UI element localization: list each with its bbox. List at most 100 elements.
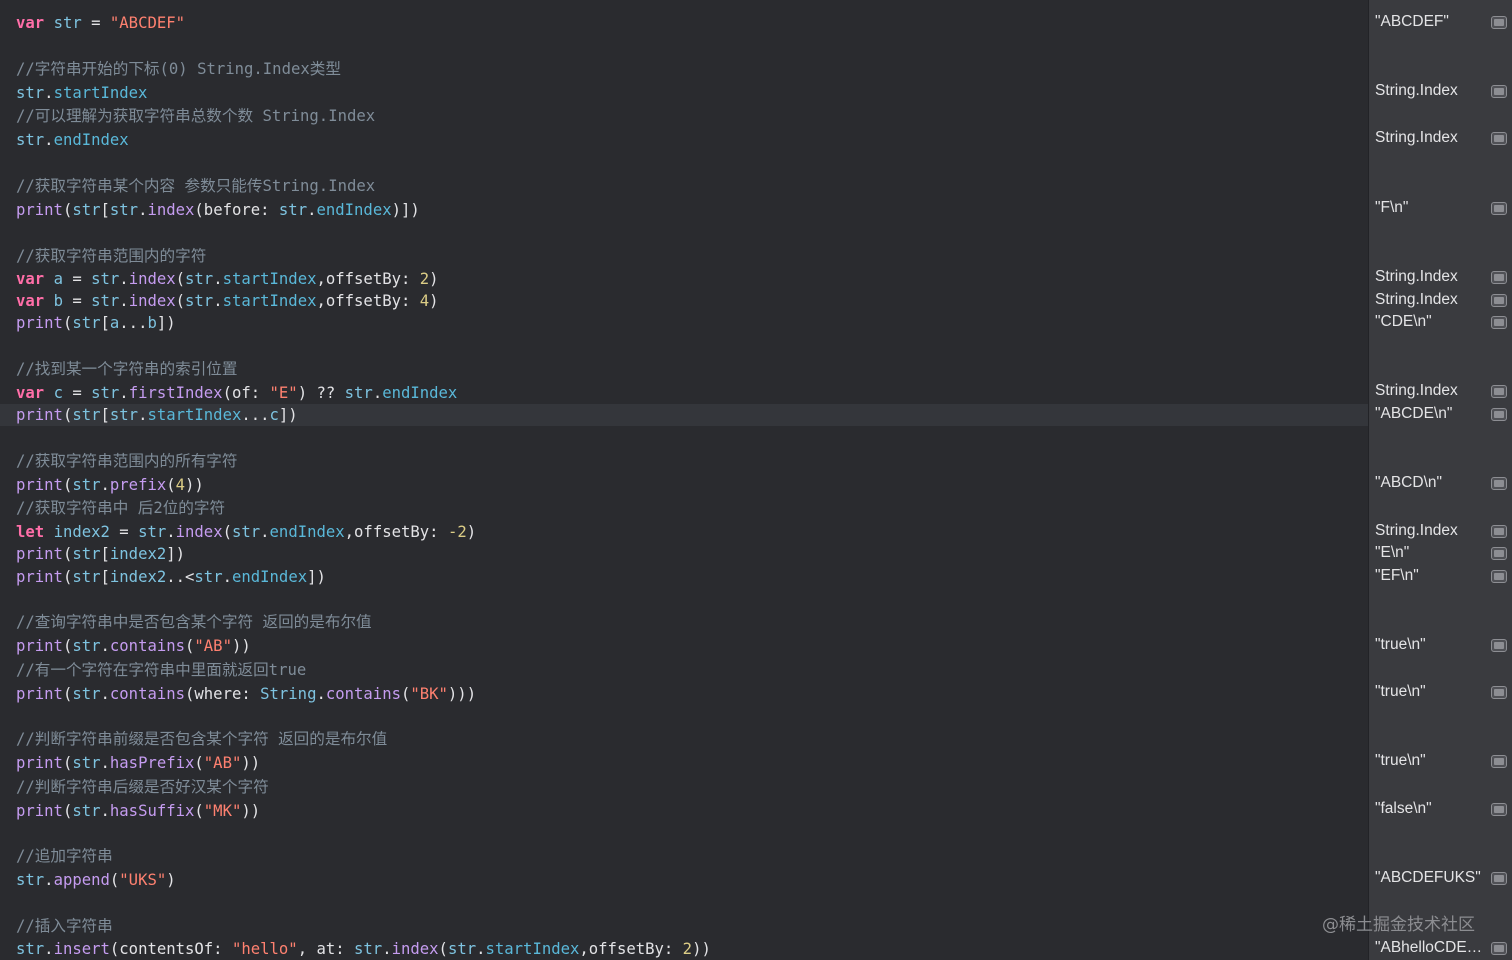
- code-line[interactable]: print(str[a...b]): [16, 312, 176, 334]
- code-line[interactable]: //判断字符串前缀是否包含某个字符 返回的是布尔值: [16, 728, 387, 750]
- code-line[interactable]: //判断字符串后缀是否好汉某个字符: [16, 776, 269, 798]
- code-line[interactable]: var a = str.index(str.startIndex,offsetB…: [16, 268, 439, 290]
- quick-look-icon[interactable]: [1491, 477, 1507, 490]
- code-token: .: [382, 940, 392, 958]
- code-line[interactable]: print(str.prefix(4)): [16, 474, 204, 496]
- code-line[interactable]: str.insert(contentsOf: "hello", at: str.…: [16, 938, 711, 960]
- quick-look-icon[interactable]: [1491, 408, 1507, 421]
- code-token: 2: [682, 940, 693, 958]
- code-token: (: [62, 406, 73, 424]
- result-value: String.Index: [1375, 129, 1458, 146]
- code-line[interactable]: //插入字符串: [16, 915, 113, 937]
- code-line[interactable]: var c = str.firstIndex(of: "E") ?? str.e…: [16, 382, 457, 404]
- watermark: @稀土掘金技术社区: [1322, 915, 1475, 935]
- code-token: //可以理解为获取字符串总数个数 String.Index: [16, 107, 376, 125]
- code-line[interactable]: var b = str.index(str.startIndex,offsetB…: [16, 290, 439, 312]
- code-line[interactable]: //获取字符串范围内的字符: [16, 245, 206, 267]
- code-line[interactable]: str.startIndex: [16, 82, 147, 104]
- code-token: endIndex: [53, 131, 129, 149]
- code-token: startIndex: [147, 406, 242, 424]
- quick-look-icon[interactable]: [1491, 525, 1507, 538]
- code-line[interactable]: //获取字符串中 后2位的字符: [16, 497, 225, 519]
- code-line[interactable]: //字符串开始的下标(0) String.Index类型: [16, 58, 341, 80]
- code-token: str: [72, 568, 101, 586]
- code-token: startIndex: [222, 292, 317, 310]
- quick-look-icon[interactable]: [1491, 85, 1507, 98]
- code-token: ))): [447, 685, 477, 703]
- code-token: index2: [109, 545, 167, 563]
- code-line[interactable]: print(str[str.startIndex...c]): [16, 404, 298, 426]
- quick-look-icon[interactable]: [1491, 639, 1507, 652]
- code-line[interactable]: //可以理解为获取字符串总数个数 String.Index: [16, 105, 375, 127]
- code-token: =: [109, 523, 139, 541]
- code-line[interactable]: str.endIndex: [16, 129, 129, 151]
- quick-look-icon[interactable]: [1491, 942, 1507, 955]
- quick-look-icon[interactable]: [1491, 570, 1507, 583]
- quick-look-icon[interactable]: [1491, 547, 1507, 560]
- code-editor[interactable]: var str = "ABCDEF" //字符串开始的下标(0) String.I…: [0, 0, 1368, 960]
- code-token: firstIndex: [128, 384, 223, 402]
- code-line[interactable]: print(str.hasSuffix("MK")): [16, 800, 260, 822]
- code-line[interactable]: //追加字符串: [16, 845, 113, 867]
- code-line[interactable]: //获取字符串范围内的所有字符: [16, 450, 238, 472]
- code-token: str: [91, 384, 120, 402]
- quick-look-icon[interactable]: [1491, 202, 1507, 215]
- result-value: "true\n": [1375, 752, 1426, 769]
- quick-look-icon[interactable]: [1491, 385, 1507, 398]
- code-token: .: [44, 940, 54, 958]
- code-line[interactable]: var str = "ABCDEF": [16, 12, 185, 34]
- result-value: "ABhelloCDEF...: [1375, 939, 1487, 956]
- code-line[interactable]: print(str.contains("AB")): [16, 635, 251, 657]
- code-token: .: [44, 131, 54, 149]
- code-line[interactable]: print(str[index2]): [16, 543, 185, 565]
- code-token: str: [16, 84, 45, 102]
- code-token: (before:: [194, 201, 279, 219]
- code-token: .: [100, 476, 110, 494]
- code-token: (: [62, 754, 73, 772]
- code-token: (: [438, 940, 448, 958]
- quick-look-icon[interactable]: [1491, 294, 1507, 307]
- code-token: //判断字符串前缀是否包含某个字符 返回的是布尔值: [16, 730, 388, 748]
- code-line[interactable]: print(str[str.index(before: str.endIndex…: [16, 199, 420, 221]
- quick-look-icon[interactable]: [1491, 16, 1507, 29]
- quick-look-icon[interactable]: [1491, 132, 1507, 145]
- code-token: str: [16, 940, 45, 958]
- code-token: str: [16, 131, 45, 149]
- code-token: )): [692, 940, 711, 958]
- quick-look-icon[interactable]: [1491, 686, 1507, 699]
- code-token: print: [16, 406, 63, 424]
- quick-look-icon[interactable]: [1491, 872, 1507, 885]
- code-token: hasPrefix: [109, 754, 195, 772]
- code-token: str: [185, 292, 214, 310]
- code-line[interactable]: //有一个字符在字符串中里面就返回true: [16, 659, 306, 681]
- code-line[interactable]: let index2 = str.index(str.endIndex,offs…: [16, 521, 476, 543]
- code-line[interactable]: //查询字符串中是否包含某个字符 返回的是布尔值: [16, 611, 372, 633]
- quick-look-icon[interactable]: [1491, 755, 1507, 768]
- code-token: =: [62, 384, 92, 402]
- code-token: str: [344, 384, 373, 402]
- code-line[interactable]: print(str.hasPrefix("AB")): [16, 752, 260, 774]
- code-token: ): [166, 871, 176, 889]
- code-line[interactable]: str.append("UKS"): [16, 869, 176, 891]
- code-line[interactable]: print(str[index2..<str.endIndex]): [16, 566, 326, 588]
- code-token: ,offsetBy:: [316, 292, 420, 310]
- code-token: )): [241, 802, 261, 820]
- code-token: ): [466, 523, 477, 541]
- code-token: endIndex: [269, 523, 345, 541]
- code-token: ,offsetBy:: [579, 940, 683, 958]
- code-line[interactable]: print(str.contains(where: String.contain…: [16, 683, 476, 705]
- code-line[interactable]: //找到某一个字符串的索引位置: [16, 358, 238, 380]
- code-token: (: [62, 802, 73, 820]
- quick-look-icon[interactable]: [1491, 316, 1507, 329]
- quick-look-icon[interactable]: [1491, 803, 1507, 816]
- code-token: str: [354, 940, 383, 958]
- result-value: String.Index: [1375, 268, 1458, 285]
- code-token: ): [429, 292, 439, 310]
- quick-look-icon[interactable]: [1491, 271, 1507, 284]
- code-token: "AB": [194, 637, 232, 655]
- code-token: .: [100, 802, 110, 820]
- code-line[interactable]: //获取字符串某个内容 参数只能传String.Index: [16, 175, 375, 197]
